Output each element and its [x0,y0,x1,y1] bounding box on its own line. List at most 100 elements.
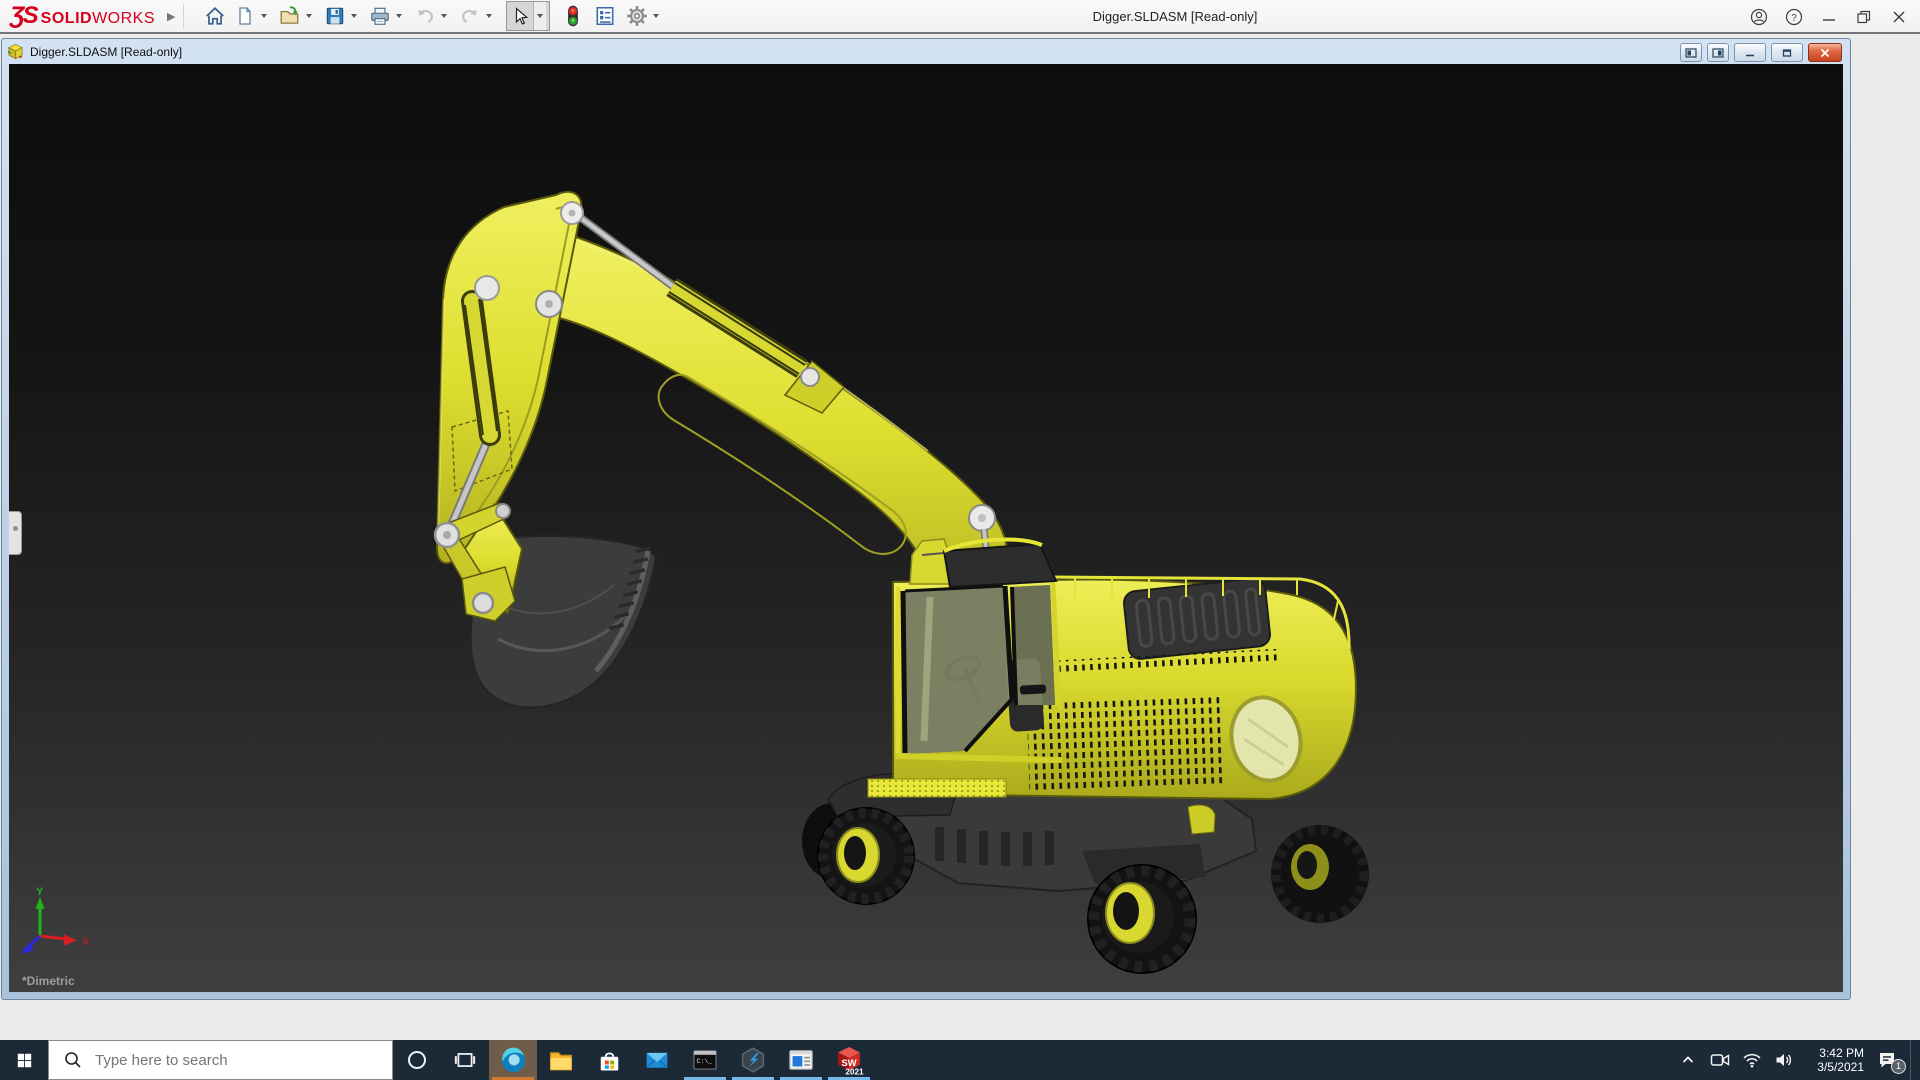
cortana-icon [406,1049,428,1071]
select-button[interactable] [507,3,533,29]
select-tool-group [506,1,550,31]
engine-cover [1123,578,1271,660]
redo-icon [459,5,481,27]
reference-triad: Y X [20,886,90,954]
print-icon [369,5,391,27]
new-document-icon [235,5,255,27]
edge-icon [500,1047,527,1074]
doc-close-button[interactable] [1808,43,1842,62]
new-document-button[interactable] [232,3,258,29]
undo-button[interactable] [412,3,438,29]
triad-y-label: Y [36,886,44,898]
file-explorer-button[interactable] [537,1040,585,1080]
triad-x-label: X [82,936,90,948]
account-icon [1750,8,1768,26]
close-button[interactable] [1890,8,1908,26]
front-wheel [818,808,914,904]
help-button[interactable]: ? [1785,8,1803,26]
edge-taskbar-button[interactable] [489,1040,537,1080]
solidworks-taskbar-button[interactable]: SW 2021 [825,1040,873,1080]
document-titlebar[interactable]: Digger.SLDASM [Read-only] [2,39,1850,64]
task-pane-icon [594,5,616,27]
tray-chevron-button[interactable] [1676,1040,1700,1080]
save-icon [324,5,346,27]
doc-minimize-icon [1744,48,1756,58]
undo-dropdown[interactable] [438,3,450,29]
feature-pane-collapsed-tab[interactable] [9,511,22,555]
document-window: Digger.SLDASM [Read-only] [1,38,1851,1000]
redo-dropdown[interactable] [483,3,495,29]
terminal-prompt-text: C:\_ [697,1058,713,1065]
toolbar-separator [183,4,184,28]
system-tray: 3:42 PM 3/5/2021 1 [1676,1040,1920,1080]
new-document-dropdown[interactable] [258,3,270,29]
show-desktop-button[interactable] [1910,1040,1916,1080]
terminal-icon: C:\_ [692,1048,718,1072]
rebuild-stoplight-button[interactable] [560,3,586,29]
open-button[interactable] [277,3,303,29]
clock-time: 3:42 PM [1804,1046,1864,1060]
document-title: Digger.SLDASM [Read-only] [30,45,182,59]
save-button[interactable] [322,3,348,29]
store-icon [597,1048,622,1073]
assembly-cube-icon [7,43,24,60]
home-icon [204,5,226,27]
clock-date: 3/5/2021 [1804,1060,1864,1074]
speaker-icon [1774,1051,1794,1069]
edrawings-button[interactable] [729,1040,777,1080]
start-button[interactable] [0,1040,48,1080]
undo-icon [414,5,436,27]
restore-button[interactable] [1855,8,1873,26]
cortana-button[interactable] [393,1040,441,1080]
options-dropdown[interactable] [650,3,662,29]
wifi-button[interactable] [1740,1040,1764,1080]
display-app-button[interactable] [777,1040,825,1080]
app-window-controls: ? [1750,0,1920,34]
minimize-button[interactable] [1820,8,1838,26]
task-view-icon [454,1049,476,1071]
meet-now-camera-icon [1710,1052,1730,1068]
doc-restore-button[interactable] [1771,43,1803,62]
options-button[interactable] [624,3,650,29]
action-center-button[interactable]: 1 [1872,1040,1902,1080]
select-cursor-icon [510,6,530,26]
task-pane-button[interactable] [592,3,618,29]
doc-close-icon [1819,48,1831,58]
home-button[interactable] [202,3,228,29]
terminal-button[interactable]: C:\_ [681,1040,729,1080]
toolbar-flyout-arrow[interactable]: ▶ [167,10,175,23]
mail-icon [644,1047,670,1073]
edrawings-hexagon-icon [740,1047,766,1073]
meet-now-button[interactable] [1708,1040,1732,1080]
notification-badge: 1 [1891,1059,1906,1074]
clock[interactable]: 3:42 PM 3/5/2021 [1804,1046,1864,1074]
account-button[interactable] [1750,8,1768,26]
search-input[interactable] [93,1051,367,1070]
cab-roof [944,544,1056,587]
mail-button[interactable] [633,1040,681,1080]
doc-minimize-button[interactable] [1734,43,1766,62]
display-app-icon [788,1048,814,1072]
print-dropdown[interactable] [393,3,405,29]
doc-restore-icon [1781,48,1793,58]
solidworks-2021-icon: SW 2021 [834,1045,864,1075]
doc-pane-right-button[interactable] [1707,43,1729,62]
taskbar: C:\_ SW 2021 [0,1040,1920,1080]
view-orientation-label: *Dimetric [22,974,75,988]
graphics-viewport[interactable]: Y X *Dimetric [9,64,1843,992]
volume-button[interactable] [1772,1040,1796,1080]
task-view-button[interactable] [441,1040,489,1080]
doc-pane-left-button[interactable] [1680,43,1702,62]
store-button[interactable] [585,1040,633,1080]
pane-right-icon [1712,48,1724,58]
select-dropdown[interactable] [533,2,546,30]
solidworks-logo: ƷS SOLIDWORKS [10,2,155,30]
redo-button[interactable] [457,3,483,29]
digger-model[interactable]: Y X [9,64,1843,992]
print-button[interactable] [367,3,393,29]
save-dropdown[interactable] [348,3,360,29]
open-dropdown[interactable] [303,3,315,29]
restore-icon [1856,9,1872,25]
taskbar-search[interactable] [48,1040,393,1080]
chevron-up-icon [1680,1052,1696,1068]
